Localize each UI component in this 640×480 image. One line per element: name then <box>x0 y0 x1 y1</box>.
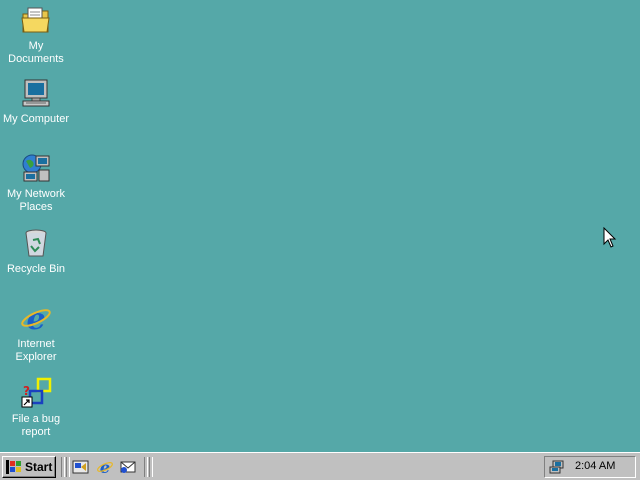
desktop-icon-label: Internet Explorer <box>15 338 57 363</box>
desktop-icon-internet-explorer[interactable]: e Internet Explorer <box>0 302 72 364</box>
desktop-icon-my-network-places[interactable]: My Network Places <box>0 152 72 214</box>
svg-text:?: ? <box>23 384 30 398</box>
desktop-icon-label: My Network Places <box>6 188 66 213</box>
desktop-icon-label: My Documents <box>8 40 64 65</box>
desktop-icon-label: My Computer <box>2 113 70 125</box>
svg-text:e: e <box>26 302 45 334</box>
taskbar-separator <box>61 457 65 477</box>
network-tray-icon[interactable] <box>549 460 565 474</box>
desktop[interactable]: My Documents My Computer My Network Plac… <box>0 0 640 452</box>
desktop-icon-file-a-bug-report[interactable]: ? File a bug report <box>0 377 72 439</box>
desktop-icon-label: Recycle Bin <box>6 263 66 275</box>
desktop-icon-my-computer[interactable]: My Computer <box>0 77 72 126</box>
desktop-icon-label: File a bug report <box>11 413 61 438</box>
task-area-grip[interactable] <box>149 457 153 477</box>
mouse-cursor-icon <box>603 227 617 248</box>
desktop-icon-my-documents[interactable]: My Documents <box>0 4 72 66</box>
quick-launch-grip[interactable] <box>66 457 70 477</box>
svg-text:e: e <box>100 459 110 475</box>
recycle-bin-icon <box>25 229 47 257</box>
internet-explorer-icon[interactable]: e <box>96 459 114 475</box>
windows-logo-icon <box>6 460 21 474</box>
start-label: Start <box>25 460 53 474</box>
taskbar-clock[interactable]: 2:04 AM <box>575 460 615 472</box>
bug-report-icon: ? <box>21 377 52 408</box>
desktop-icon-recycle-bin[interactable]: Recycle Bin <box>0 227 72 276</box>
system-tray: 2:04 AM <box>544 456 636 478</box>
computer-icon <box>22 79 50 107</box>
show-desktop-icon[interactable] <box>72 459 90 475</box>
taskbar: Start e 2:04 AM <box>0 452 640 480</box>
internet-explorer-icon: e <box>21 302 51 334</box>
network-places-icon <box>22 154 50 182</box>
folder-documents-icon <box>21 7 50 33</box>
taskbar-separator <box>144 457 148 477</box>
outlook-express-icon[interactable] <box>119 459 137 475</box>
start-button[interactable]: Start <box>2 456 56 478</box>
